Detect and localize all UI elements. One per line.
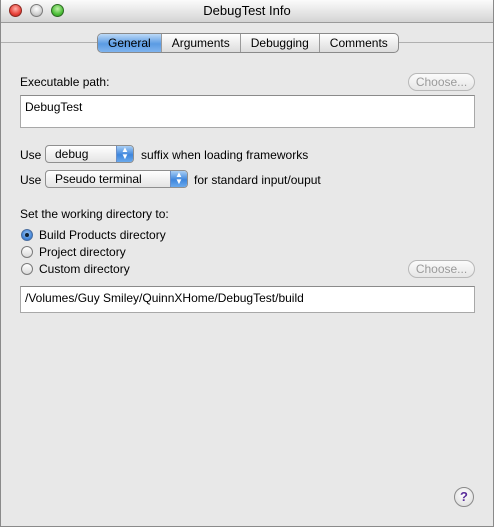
window-title: DebugTest Info <box>203 3 291 18</box>
frameworks-use-label: Use <box>20 148 42 162</box>
radio-project-directory-label: Project directory <box>39 245 126 259</box>
io-use-label: Use <box>20 173 42 187</box>
radio-selected-icon[interactable] <box>21 229 33 241</box>
help-button[interactable]: ? <box>454 487 474 507</box>
radio-custom-directory-label: Custom directory <box>39 262 130 276</box>
choose-directory-button[interactable]: Choose... <box>408 260 475 278</box>
tab-arguments[interactable]: Arguments <box>162 34 241 52</box>
framework-suffix-value: debug <box>55 147 89 161</box>
radio-project-directory[interactable]: Project directory <box>21 244 126 260</box>
tab-general[interactable]: General <box>98 34 162 52</box>
popup-arrows-icon: ▲ ▼ <box>170 171 187 187</box>
io-mode-value: Pseudo terminal <box>55 172 142 186</box>
radio-unselected-icon[interactable] <box>21 263 33 275</box>
title-bar[interactable]: DebugTest Info <box>1 0 493 23</box>
tab-bar: General Arguments Debugging Comments <box>97 33 399 53</box>
radio-build-products-label: Build Products directory <box>39 228 166 242</box>
radio-custom-directory[interactable]: Custom directory <box>21 261 130 277</box>
radio-build-products[interactable]: Build Products directory <box>21 227 166 243</box>
info-window: DebugTest Info General Arguments Debuggi… <box>0 0 494 527</box>
popup-arrows-icon: ▲ ▼ <box>116 146 133 162</box>
executable-path-label: Executable path: <box>20 75 110 89</box>
frameworks-suffix-text: suffix when loading frameworks <box>141 148 309 162</box>
framework-suffix-popup[interactable]: debug ▲ ▼ <box>45 145 134 163</box>
executable-path-field[interactable]: DebugTest <box>20 95 475 128</box>
tab-debugging[interactable]: Debugging <box>241 34 320 52</box>
tab-comments[interactable]: Comments <box>320 34 398 52</box>
working-dir-label: Set the working directory to: <box>20 207 169 221</box>
io-mode-popup[interactable]: Pseudo terminal ▲ ▼ <box>45 170 188 188</box>
io-suffix-text: for standard input/ouput <box>194 173 321 187</box>
choose-executable-button[interactable]: Choose... <box>408 73 475 91</box>
working-dir-path-field[interactable]: /Volumes/Guy Smiley/QuinnXHome/DebugTest… <box>20 286 475 313</box>
radio-unselected-icon[interactable] <box>21 246 33 258</box>
